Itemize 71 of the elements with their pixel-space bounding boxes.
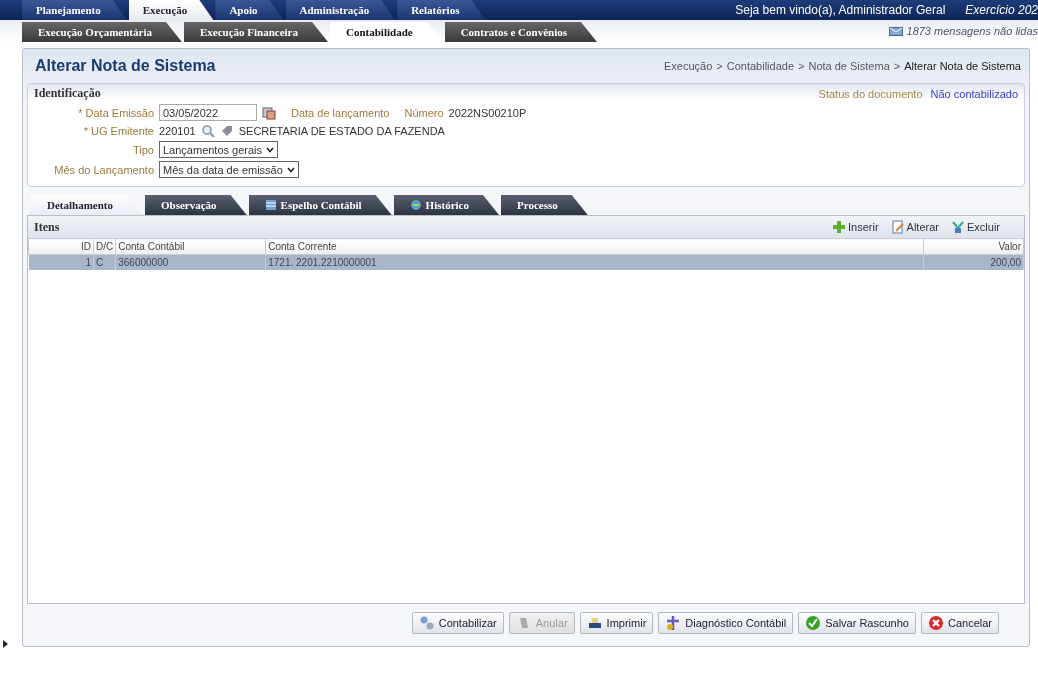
column-header[interactable]: D/C (93, 238, 116, 255)
action-button[interactable]: Imprimir (579, 612, 654, 634)
month-dropdown[interactable]: Mês da data de emissão (159, 161, 299, 178)
toolbar-button[interactable]: Inserir (830, 220, 881, 234)
toolbar-button[interactable]: Excluir (949, 220, 1002, 234)
welcome-text: Seja bem vindo(a), Administrador Geral (735, 3, 946, 17)
edit-icon (890, 220, 905, 234)
breadcrumb-separator: > (716, 60, 723, 72)
field-label: Mês do Lançamento (53, 163, 154, 176)
breadcrumb-item[interactable]: Contabilidade (726, 60, 794, 72)
section-tab[interactable]: Processo (501, 195, 588, 215)
plus-icon (832, 220, 846, 234)
section-tab[interactable]: Histórico (393, 195, 499, 215)
breadcrumb-item[interactable]: Nota de Sistema (808, 60, 890, 72)
collapse-arrow-icon[interactable] (3, 638, 9, 650)
checkmark-icon (805, 615, 822, 631)
status-label: Status do documento (818, 87, 923, 100)
action-button[interactable]: Diagnóstico Contábil (658, 612, 794, 634)
section-title: Identificação (34, 86, 102, 101)
exercise-label: Exercício 202 (965, 3, 1038, 17)
page-title: Alterar Nota de Sistema (35, 57, 216, 75)
menu-tab[interactable]: Apoio (215, 0, 284, 20)
field-label: * UG Emitente (82, 125, 154, 137)
column-header[interactable]: Conta Corrente (265, 238, 924, 255)
section-title: Itens (34, 219, 61, 235)
table-cell: 366000000 (115, 254, 266, 270)
submenu-tab[interactable]: Execução Orçamentária (22, 22, 182, 42)
field-label: Data de lançamento (291, 106, 390, 119)
menu-tab[interactable]: Administração (285, 0, 396, 20)
date-field[interactable]: 03/05/2022 (159, 104, 257, 121)
ug-name: SECRETARIA DE ESTADO DA FAZENDA (238, 125, 445, 137)
close-icon (927, 615, 944, 631)
menu-tab[interactable]: Relatórios (397, 0, 486, 20)
menu-tab[interactable]: Execução (128, 0, 214, 20)
table-cell: C (93, 254, 116, 270)
table-cell: 1 (28, 254, 94, 270)
breadcrumb-item: Alterar Nota de Sistema (904, 60, 1021, 72)
search-icon[interactable] (200, 124, 215, 138)
table-cell: 200,00 (923, 254, 1024, 270)
envelope-icon[interactable] (888, 26, 903, 36)
status-value: Não contabilizado (930, 87, 1018, 100)
number-value: 2022NS00210P (448, 106, 527, 119)
unread-messages-link[interactable]: 1873 mensagens não lidas (906, 25, 1038, 37)
breadcrumb-item[interactable]: Execução (664, 60, 713, 72)
action-button[interactable]: Contabilizar (411, 612, 504, 634)
printer-icon (586, 615, 603, 631)
caret-icon (286, 166, 295, 173)
ug-code: 220101 (159, 125, 196, 137)
submenu-tab[interactable]: Contratos e Convênios (444, 22, 597, 42)
submenu-tab[interactable]: Execução Financeira (183, 22, 328, 42)
caret-icon (266, 146, 275, 153)
section-tab[interactable]: Observação (145, 195, 247, 215)
menu-tab[interactable]: Planejamento (22, 0, 127, 20)
toolbar-button[interactable]: Alterar (888, 220, 941, 234)
cross-icon (665, 615, 682, 631)
action-button[interactable]: Cancelar (920, 612, 999, 634)
column-header[interactable]: Valor (923, 238, 1024, 255)
column-header[interactable]: Conta Contábil (115, 238, 266, 255)
table-icon (264, 199, 277, 211)
breadcrumb-separator: > (798, 60, 805, 72)
action-button[interactable]: Salvar Rascunho (798, 612, 916, 634)
circles-icon (418, 615, 435, 631)
field-label: * Data Emissão (77, 106, 154, 119)
column-header[interactable]: ID (28, 238, 94, 255)
field-label: Tipo (132, 143, 154, 156)
field-label: Número (404, 106, 444, 119)
breadcrumb-separator: > (893, 60, 901, 72)
type-dropdown[interactable]: Lançamentos gerais (159, 141, 279, 158)
section-tab[interactable]: Detalhamento (31, 195, 143, 215)
table-cell: 1721. 2201.2210000001 (265, 254, 924, 270)
section-tab[interactable]: Espelho Contábil (248, 195, 392, 215)
